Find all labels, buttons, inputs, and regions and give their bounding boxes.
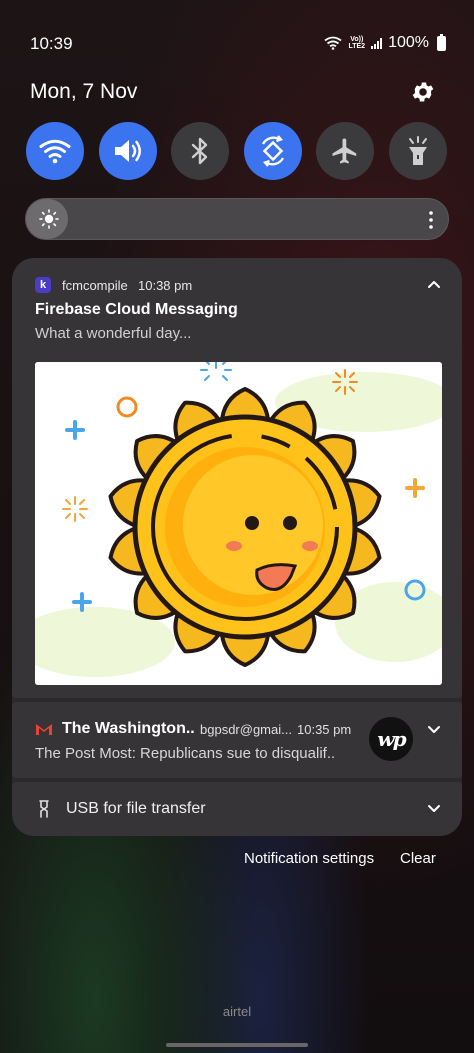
quick-settings-row xyxy=(26,122,447,180)
battery-percent: 100% xyxy=(388,34,429,51)
notification-preview: The Post Most: Republicans sue to disqua… xyxy=(35,745,336,762)
notification-usb[interactable]: USB for file transfer xyxy=(12,782,462,836)
wifi-toggle[interactable] xyxy=(26,122,84,180)
chevron-up-icon[interactable] xyxy=(426,276,442,292)
bluetooth-toggle[interactable] xyxy=(171,122,229,180)
auto-rotate-icon xyxy=(261,135,284,167)
app-icon: k xyxy=(35,277,51,293)
bluetooth-icon xyxy=(191,137,208,165)
notification-account: bgpsdr@gmai... xyxy=(200,722,292,737)
chevron-down-icon[interactable] xyxy=(426,722,442,738)
flashlight-icon xyxy=(408,136,427,165)
washington-post-avatar: wp xyxy=(369,717,413,761)
wifi-status-icon xyxy=(324,36,343,50)
signal-icon xyxy=(371,37,383,49)
notification-title: USB for file transfer xyxy=(66,800,206,817)
wifi-icon xyxy=(39,139,71,164)
date-label: Mon, 7 Nov xyxy=(30,80,138,103)
status-icons: Vo)) LTE2 100% xyxy=(324,33,446,52)
settings-gear-icon[interactable] xyxy=(410,79,436,105)
notification-settings-button[interactable]: Notification settings xyxy=(244,850,374,867)
usb-icon xyxy=(39,800,49,818)
notification-sender: The Washington.. xyxy=(62,720,195,737)
notification-time: 10:35 pm xyxy=(297,722,352,737)
airplane-toggle[interactable] xyxy=(316,122,374,180)
brightness-sun-icon xyxy=(39,209,59,229)
volte-indicator: Vo)) LTE2 xyxy=(348,36,366,50)
sound-icon xyxy=(114,140,141,162)
carrier-label: airtel xyxy=(222,1004,252,1019)
notification-gmail[interactable]: The Washington.. bgpsdr@gmai... 10:35 pm… xyxy=(12,702,462,778)
gesture-handle[interactable] xyxy=(166,1043,308,1047)
gmail-icon xyxy=(36,724,52,735)
notification-panel: k fcmcompile 10:38 pm Firebase Cloud Mes… xyxy=(12,258,462,836)
app-name: fcmcompile xyxy=(62,278,128,293)
airplane-icon xyxy=(332,138,357,164)
battery-icon xyxy=(437,33,446,51)
chevron-down-icon[interactable] xyxy=(426,801,442,817)
sun-illustration xyxy=(35,362,442,685)
auto-rotate-toggle[interactable] xyxy=(243,122,302,180)
flashlight-toggle[interactable] xyxy=(388,122,447,180)
sound-toggle[interactable] xyxy=(98,122,157,180)
clear-button[interactable]: Clear xyxy=(400,850,436,867)
notification-fcm[interactable]: k fcmcompile 10:38 pm Firebase Cloud Mes… xyxy=(12,258,462,698)
status-time: 10:39 xyxy=(30,34,73,53)
notification-title: Firebase Cloud Messaging xyxy=(35,301,238,318)
notification-time: 10:38 pm xyxy=(138,278,193,293)
brightness-slider[interactable] xyxy=(25,198,449,240)
notification-body: What a wonderful day... xyxy=(35,325,192,342)
notification-image xyxy=(35,362,442,685)
more-options-icon[interactable] xyxy=(424,210,438,230)
